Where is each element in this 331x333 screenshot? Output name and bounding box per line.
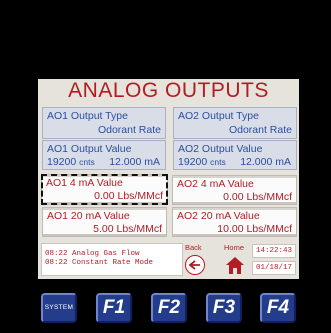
home-button[interactable] <box>224 254 246 276</box>
ao1-4ma-value-tile[interactable]: AO1 4 mA Value 0.00 Lbs/MMcf <box>41 174 168 205</box>
ao2-20ma-label: AO2 20 mA Value <box>177 210 260 222</box>
ao2-counts-unit: cnts <box>210 157 226 167</box>
ao1-20ma-label: AO1 20 mA Value <box>47 210 130 222</box>
ao1-20ma-value-tile[interactable]: AO1 20 mA Value 5.00 Lbs/MMcf <box>42 207 167 237</box>
f4-key[interactable]: F4 <box>260 293 296 323</box>
ao2-4ma-value-tile[interactable]: AO2 4 mA Value 0.00 Lbs/MMcf <box>172 175 297 205</box>
ao1-output-type-label: AO1 Output Type <box>47 110 128 122</box>
ao1-output-type-tile[interactable]: AO1 Output Type Odorant Rate <box>42 107 166 139</box>
ao2-4ma-value: 0.00 Lbs/MMcf <box>223 191 292 203</box>
ao2-counts-number: 19200 <box>178 156 208 168</box>
ao1-counts: 19200 cnts <box>47 156 95 168</box>
home-icon <box>226 257 244 274</box>
ao1-output-type-value: Odorant Rate <box>97 124 161 136</box>
ao1-counts-unit: cnts <box>79 157 95 167</box>
system-key[interactable]: SYSTEM <box>41 293 77 323</box>
f2-key[interactable]: F2 <box>151 293 187 323</box>
ao1-4ma-value: 0.00 Lbs/MMcf <box>94 190 163 202</box>
event-log: 08:22 Analog Gas Flow 08:22 Constant Rat… <box>41 243 183 276</box>
f3-key[interactable]: F3 <box>206 293 242 323</box>
clock-time: 14:22:43 <box>252 244 296 258</box>
home-label: Home <box>224 243 245 252</box>
ao1-output-value-tile: AO1 Output Value 19200 cnts 12.000 mA <box>42 140 166 170</box>
back-button[interactable] <box>185 255 205 275</box>
ao2-output-value-label: AO2 Output Value <box>178 143 263 155</box>
ao2-ma-value: 12.000 mA <box>240 156 291 168</box>
event-log-line: 08:22 Constant Rate Mode <box>45 259 154 267</box>
ao2-4ma-label: AO2 4 mA Value <box>177 178 254 190</box>
ao2-output-type-value: Odorant Rate <box>228 124 292 136</box>
ao1-output-value-label: AO1 Output Value <box>47 143 132 155</box>
ao2-output-value-tile: AO2 Output Value 19200 cnts 12.000 mA <box>173 140 297 170</box>
clock-date: 01/18/17 <box>252 261 296 275</box>
arrow-left-icon <box>189 260 200 270</box>
ao2-counts: 19200 cnts <box>178 156 226 168</box>
clock-panel: 14:22:43 01/18/17 <box>252 242 296 277</box>
back-label: Back <box>185 243 202 252</box>
ao2-20ma-value: 10.00 Lbs/MMcf <box>217 223 292 235</box>
ao2-20ma-value-tile[interactable]: AO2 20 mA Value 10.00 Lbs/MMcf <box>172 207 297 237</box>
event-log-line: 08:22 Analog Gas Flow <box>45 250 140 258</box>
ao1-20ma-value: 5.00 Lbs/MMcf <box>93 223 162 235</box>
ao1-ma-value: 12.000 mA <box>109 156 160 168</box>
ao1-counts-number: 19200 <box>47 156 77 168</box>
f1-key[interactable]: F1 <box>96 293 132 323</box>
ao2-output-type-tile[interactable]: AO2 Output Type Odorant Rate <box>173 107 297 139</box>
page-title: ANALOG OUTPUTS <box>68 79 269 102</box>
ao1-4ma-label: AO1 4 mA Value <box>46 177 123 189</box>
ao2-output-type-label: AO2 Output Type <box>178 110 259 122</box>
hmi-screen: ANALOG OUTPUTS AO1 Output Type Odorant R… <box>38 79 299 279</box>
